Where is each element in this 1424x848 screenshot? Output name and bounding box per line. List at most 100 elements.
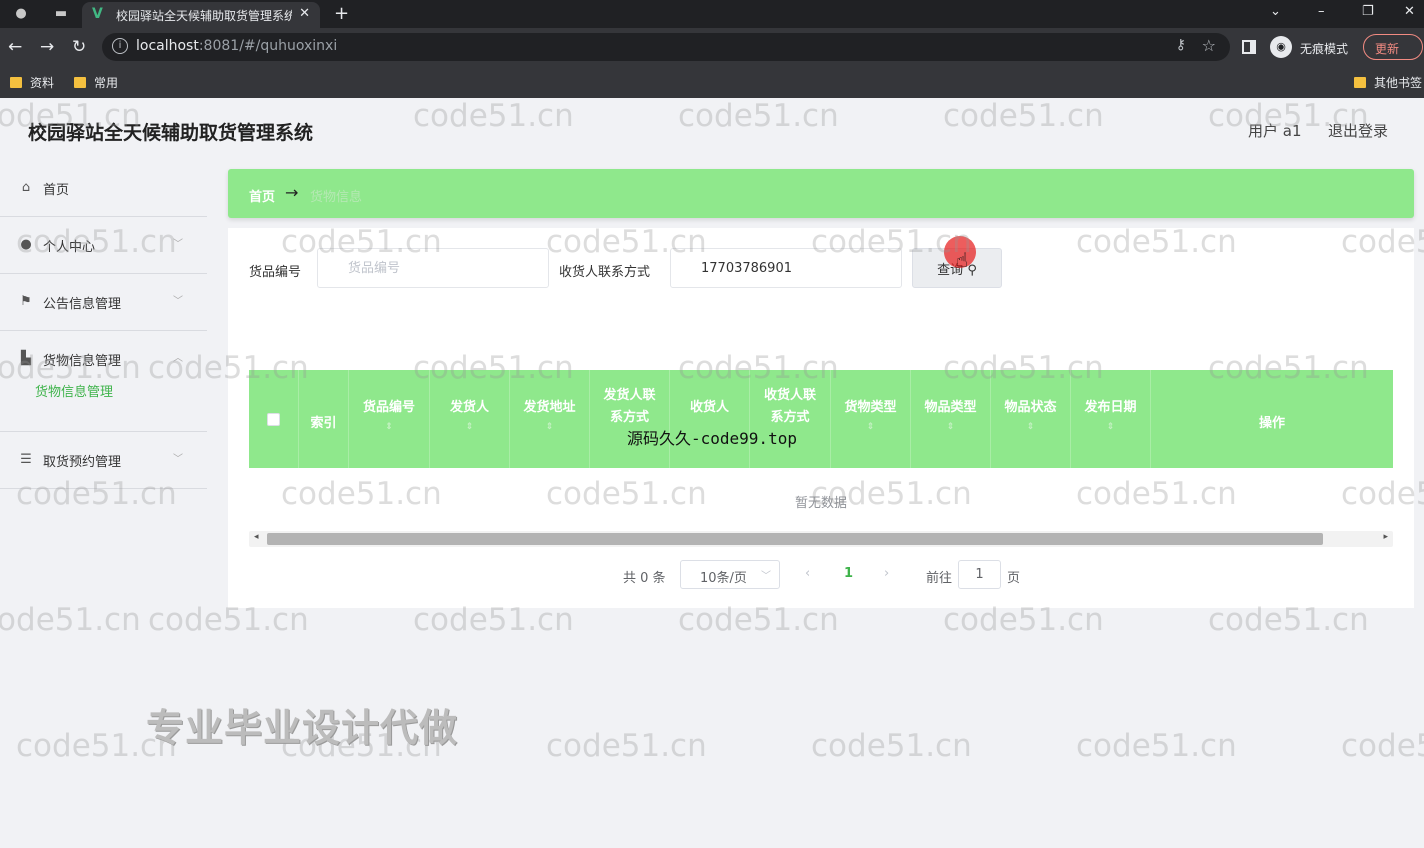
back-icon[interactable]: ← [8,37,22,57]
column-header[interactable]: 货品编号 ⇕ [349,370,430,468]
column-header[interactable]: 物品状态 ⇕ [991,370,1071,468]
column-header[interactable]: 发货地址 ⇕ [510,370,590,468]
column-header[interactable]: 发布日期 ⇕ [1071,370,1151,468]
tab-overview-icon[interactable]: ▬ [52,5,70,23]
goto-page-input[interactable] [958,560,1001,589]
forward-icon[interactable]: → [40,37,54,57]
side-panel-icon[interactable] [1242,40,1256,54]
browser-menu-icon[interactable]: ● [12,5,30,23]
column-header[interactable]: 收货人 [670,370,750,468]
watermark: code51.cn [546,728,707,764]
bookmark-star-icon[interactable]: ☆ [1202,36,1216,55]
chevron-down-icon: ﹀ [761,571,771,582]
sidebar-item-label: 货物信息管理 [43,354,122,369]
overlay-site-text: 源码久久-code99.top [627,429,797,448]
column-header: 操作 [1258,416,1285,431]
app-title: 校园驿站全天候辅助取货管理系统 [28,122,314,144]
sort-icon[interactable]: ⇕ [349,422,429,432]
total-count: 共 0 条 [623,571,666,586]
browser-tab[interactable]: V 校园驿站全天候辅助取货管理系统 ✕ [82,2,320,28]
sidebar-item-pickup[interactable]: ☰ 取货预约管理 ﹀ [0,432,207,489]
sidebar-item-goods[interactable]: ▙ 货物信息管理 ︿ [0,331,207,381]
other-bookmarks[interactable]: 其他书签 [1354,74,1424,91]
incognito-indicator[interactable]: ◉ 无痕模式 [1270,36,1356,58]
prev-page-icon[interactable]: ‹ [805,566,810,581]
goods-no-field [317,248,549,288]
list-icon: ☰ [20,452,32,467]
data-table-header: 索引 货品编号 ⇕ 发货人 ⇕ 发货地址 ⇕ 发货人联 系方式 收货人 收货人联 系方式 … [249,370,1393,468]
sidebar-item-home[interactable]: ⌂ 首页 [0,160,207,217]
sort-icon[interactable]: ⇕ [911,422,990,432]
chevron-down-icon: ﹀ [173,239,183,250]
update-button[interactable]: 更新 [1363,34,1423,60]
breadcrumb: 首页 → 货物信息 [228,169,1414,218]
page-number[interactable]: 1 [844,566,853,581]
new-tab-icon[interactable]: + [334,3,349,24]
scroll-left-icon[interactable]: ◂ [254,532,259,542]
table-empty-text: 暂无数据 [794,496,847,511]
breadcrumb-home[interactable]: 首页 [249,186,275,205]
horizontal-scrollbar[interactable]: ◂ ▸ [249,531,1393,547]
close-tab-icon[interactable]: ✕ [299,6,310,21]
column-header[interactable]: 发货人联 系方式 [590,370,670,468]
column-header[interactable]: 索引 [299,370,349,468]
chart-icon: ▙ [21,351,31,366]
sidebar-item-label: 首页 [43,183,70,198]
close-window-icon[interactable]: ✕ [1404,4,1415,19]
chevron-down-icon: ﹀ [173,296,183,307]
bookmarks-bar: 资料 常用 其他书签 [0,66,1424,98]
column-header[interactable]: 发货人 ⇕ [430,370,510,468]
reload-icon[interactable]: ↻ [72,37,86,57]
key-icon[interactable]: ⚷ [1176,37,1186,53]
home-icon: ⌂ [21,180,31,195]
contact-label: 收货人联系方式 [559,265,651,280]
incognito-label: 无痕模式 [1300,42,1349,56]
select-all-column [249,370,299,468]
page-size-select[interactable]: 10条/页 ﹀ [680,560,780,589]
sort-icon[interactable]: ⇕ [831,422,910,432]
sidebar-item-personal-center[interactable]: ● 个人中心 ﹀ [0,217,207,274]
hand-cursor-icon: ☝ [956,248,969,272]
chevron-down-icon: ﹀ [173,454,183,465]
overlay-ad-text: 专业毕业设计代做 [146,706,459,750]
sort-icon[interactable]: ⇕ [510,422,589,432]
sort-icon[interactable]: ⇕ [430,422,509,432]
scroll-right-icon[interactable]: ▸ [1383,532,1388,542]
contact-input[interactable] [670,248,902,288]
sort-icon[interactable]: ⇕ [1071,422,1150,432]
goods-no-label: 货品编号 [249,265,302,280]
url-text: localhost:8081/#/quhuoxinxi [136,38,338,54]
watermark: code51.cn [0,602,141,638]
browser-tab-bar: ● ▬ V 校园驿站全天候辅助取货管理系统 ✕ + ⌄ – ❐ ✕ [0,0,1424,28]
watermark: code51.cn [1076,728,1237,764]
browser-toolbar: ← → ↻ i localhost:8081/#/quhuoxinxi ⚷ ☆ … [0,28,1424,66]
next-page-icon[interactable]: › [884,566,889,581]
current-user: 用户 a1 [1248,122,1302,140]
select-all-checkbox[interactable] [267,413,280,426]
pagination: 共 0 条 10条/页﹀ ‹ 1 › 前往 页 [228,558,1414,590]
contact-field [670,248,902,288]
sidebar-item-label: 个人中心 [43,240,96,255]
app-header: 校园驿站全天候辅助取货管理系统 用户 a1 退出登录 [0,98,1424,160]
column-header[interactable]: 物品类型 ⇕ [911,370,991,468]
sort-icon[interactable]: ⇕ [991,422,1070,432]
browser-tab-title: 校园驿站全天候辅助取货管理系统 [116,9,292,23]
address-bar[interactable]: i localhost:8081/#/quhuoxinxi ⚷ ☆ [102,33,1230,61]
goods-no-input[interactable] [317,248,549,288]
logout-link[interactable]: 退出登录 [1328,120,1388,141]
sidebar-subitem-goods-info[interactable]: 货物信息管理 [0,381,207,432]
sidebar-item-notice[interactable]: ⚑ 公告信息管理 ﹀ [0,274,207,331]
tab-search-icon[interactable]: ⌄ [1270,4,1281,19]
sidebar: ⌂ 首页 ● 个人中心 ﹀ ⚑ 公告信息管理 ﹀ ▙ 货物信息管理 ︿ 货物信息… [0,160,207,489]
folder-icon [1354,77,1366,88]
bookmark-folder-ziliao[interactable]: 资料 [10,74,54,91]
site-info-icon[interactable]: i [112,38,128,54]
column-header[interactable]: 收货人联 系方式 [750,370,831,468]
minimize-icon[interactable]: – [1318,4,1325,19]
bookmark-folder-changyong[interactable]: 常用 [74,74,118,91]
column-header[interactable]: 货物类型 ⇕ [831,370,911,468]
main-panel: 货品编号 收货人联系方式 查询 ⚲ ☝ 索引 货品编号⇕ 发货人⇕ 发货地址⇕ … [228,228,1414,608]
restore-icon[interactable]: ❐ [1362,4,1374,19]
scrollbar-thumb[interactable] [267,533,1323,545]
user-icon: ● [20,237,32,252]
